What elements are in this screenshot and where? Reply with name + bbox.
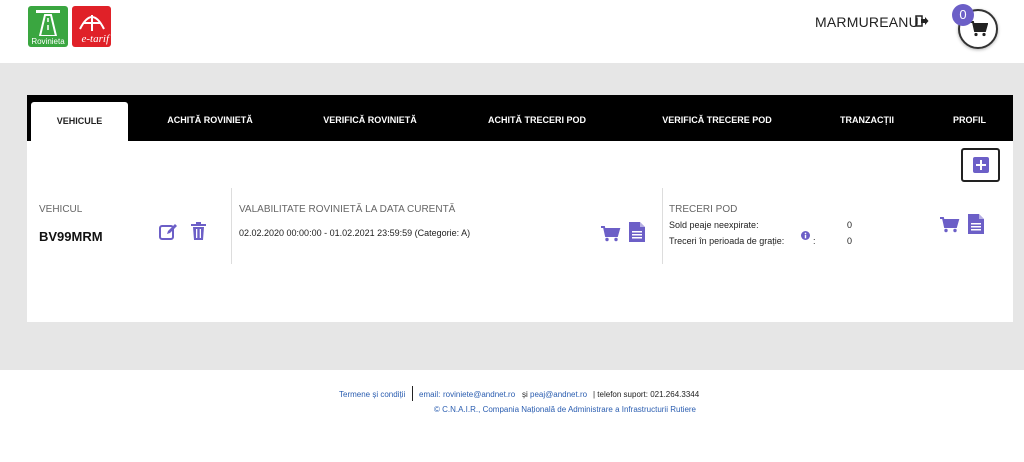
buy-rovinieta-cart-icon[interactable] xyxy=(601,226,621,242)
cart-icon xyxy=(970,21,988,37)
bridge-document-icon[interactable] xyxy=(968,214,984,234)
grace-period-value: 0 xyxy=(847,236,853,246)
edit-icon[interactable] xyxy=(159,223,179,241)
header: Rovinieta e-tarif MARMUREANU 0 xyxy=(0,0,1024,63)
email-peaj-link[interactable]: peaj@andnet.ro xyxy=(530,390,587,399)
add-vehicle-button[interactable] xyxy=(961,148,1000,182)
plus-square-icon xyxy=(973,157,989,173)
rovinieta-document-icon[interactable] xyxy=(629,222,645,242)
tab-achita-rovinieta[interactable]: ACHITĂ ROVINIETĂ xyxy=(145,95,275,141)
vehicle-plate: BV99MRM xyxy=(39,229,103,244)
bridge-logo-icon xyxy=(79,15,105,31)
tab-verifica-rovinieta[interactable]: VERIFICĂ ROVINIETĂ xyxy=(305,95,435,141)
column-divider xyxy=(662,188,663,264)
road-icon xyxy=(36,10,60,36)
trash-icon[interactable] xyxy=(191,222,206,240)
tab-profil[interactable]: PROFIL xyxy=(937,95,1002,141)
footer xyxy=(0,370,1024,462)
username: MARMUREANU xyxy=(815,14,919,30)
tab-tranzactii[interactable]: TRANZACȚII xyxy=(822,95,912,141)
rovinieta-logo[interactable]: Rovinieta xyxy=(28,6,68,47)
grace-period-label: Treceri în perioada de grație: xyxy=(669,236,785,246)
tab-bar: VEHICULE ACHITĂ ROVINIETĂ VERIFICĂ ROVIN… xyxy=(27,95,1013,141)
email-roviniete-link[interactable]: roviniete@andnet.ro xyxy=(443,390,515,399)
info-icon[interactable] xyxy=(801,231,810,240)
tab-vehicule[interactable]: VEHICULE xyxy=(31,102,128,141)
tab-verifica-trecere-pod[interactable]: VERIFICĂ TRECERE POD xyxy=(647,95,787,141)
cart-count-badge: 0 xyxy=(952,4,974,26)
sold-peaje-value: 0 xyxy=(847,220,853,230)
buy-bridge-pass-cart-icon[interactable] xyxy=(940,217,960,233)
rovinieta-logo-text: Rovinieta xyxy=(31,37,65,46)
footer-and-text: și xyxy=(522,390,528,399)
logout-icon[interactable] xyxy=(915,14,929,28)
etarif-logo[interactable]: e-tarif xyxy=(72,6,111,47)
support-phone: | telefon suport: 021.264.3344 xyxy=(593,390,700,399)
validity-value: 02.02.2020 00:00:00 - 01.02.2021 23:59:5… xyxy=(239,228,471,238)
sold-peaje-label: Sold peaje neexpirate: xyxy=(669,220,759,230)
terms-link[interactable]: Termene și condiții xyxy=(339,390,405,399)
footer-divider xyxy=(412,386,413,401)
grace-period-colon: : xyxy=(813,236,816,246)
etarif-logo-text: e-tarif xyxy=(81,33,110,45)
tab-achita-treceri-pod[interactable]: ACHITĂ TRECERI POD xyxy=(472,95,602,141)
validity-column-label: VALABILITATE ROVINIETĂ LA DATA CURENTĂ xyxy=(239,204,456,215)
bridge-column-label: TRECERI POD xyxy=(669,204,738,215)
footer-email-label: email: xyxy=(419,390,441,399)
column-divider xyxy=(231,188,232,264)
vehicle-column-label: VEHICUL xyxy=(39,204,83,215)
copyright-link[interactable]: © C.N.A.I.R., Compania Națională de Admi… xyxy=(434,405,696,414)
